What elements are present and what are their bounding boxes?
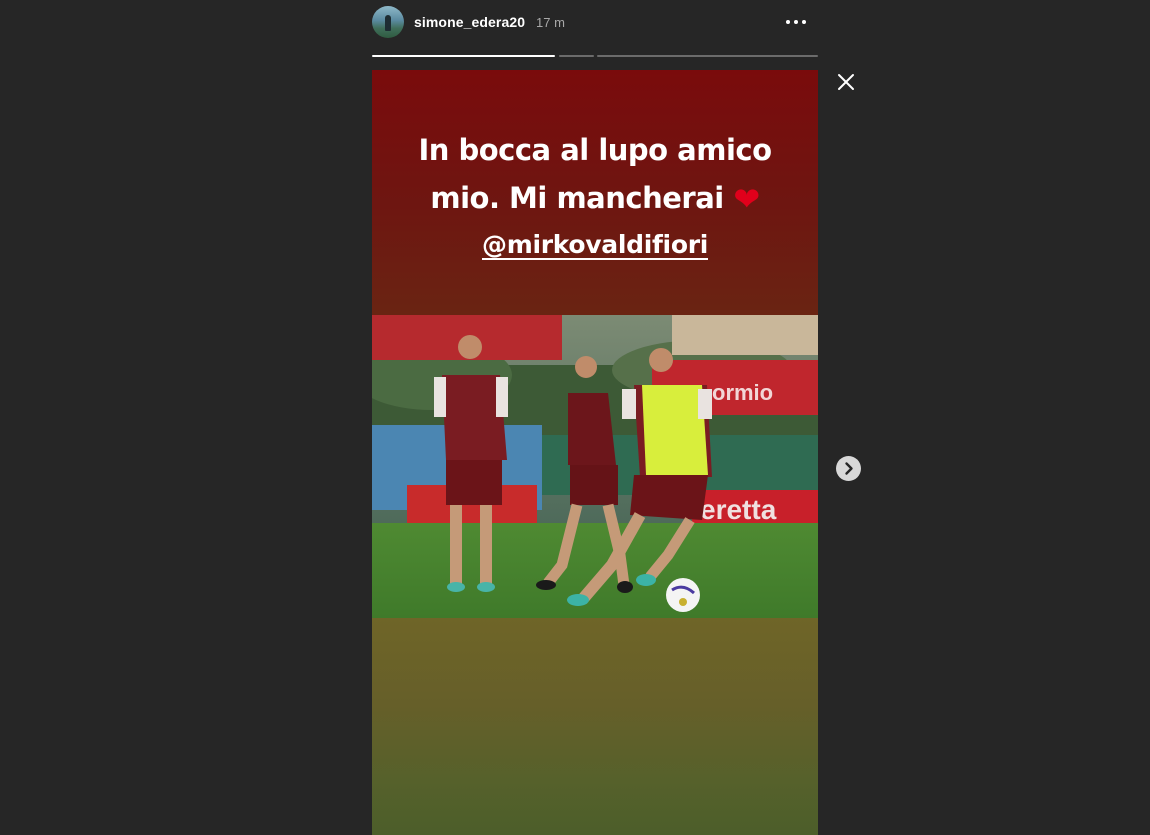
username[interactable]: simone_edera20 — [414, 14, 525, 30]
story-progress — [372, 55, 818, 58]
story-content[interactable]: In bocca al lupo amico mio. Mi mancherai… — [372, 70, 818, 835]
more-options-icon-dot — [802, 20, 806, 24]
more-options-icon — [786, 20, 790, 24]
story-caption-line1: In bocca al lupo amico — [418, 133, 772, 167]
more-options-icon-dot — [794, 20, 798, 24]
story-caption-line2-wrap: mio. Mi mancherai ❤ — [372, 174, 818, 223]
progress-segment — [559, 55, 594, 57]
svg-text:ormio: ormio — [712, 380, 773, 405]
more-options-button[interactable] — [780, 13, 812, 31]
close-icon — [838, 74, 854, 90]
mention-text: @mirkovaldifiori — [482, 230, 708, 259]
next-story-button[interactable] — [836, 456, 861, 481]
story-viewer: simone_edera20 17 m In bocca al lupo ami… — [0, 0, 1150, 835]
close-button[interactable] — [834, 70, 858, 94]
story-caption-area: In bocca al lupo amico mio. Mi mancherai… — [372, 70, 818, 315]
story-caption: In bocca al lupo amico mio. Mi mancherai… — [372, 126, 818, 223]
avatar-figure — [385, 15, 391, 31]
story-caption-line2: mio. Mi mancherai — [430, 181, 724, 215]
chevron-right-icon — [845, 462, 853, 475]
progress-segment — [372, 55, 555, 57]
progress-segment — [597, 55, 818, 57]
mention-link[interactable]: @mirkovaldifiori — [372, 230, 818, 259]
story-bottom-area — [372, 618, 818, 835]
story-header: simone_edera20 17 m — [372, 5, 818, 41]
story-photo: ormio eretta — [372, 315, 818, 618]
football-training-photo: ormio eretta — [372, 315, 818, 618]
avatar[interactable] — [372, 6, 404, 38]
timestamp: 17 m — [536, 15, 565, 30]
svg-text:eretta: eretta — [700, 494, 777, 525]
heart-icon: ❤ — [733, 180, 760, 218]
